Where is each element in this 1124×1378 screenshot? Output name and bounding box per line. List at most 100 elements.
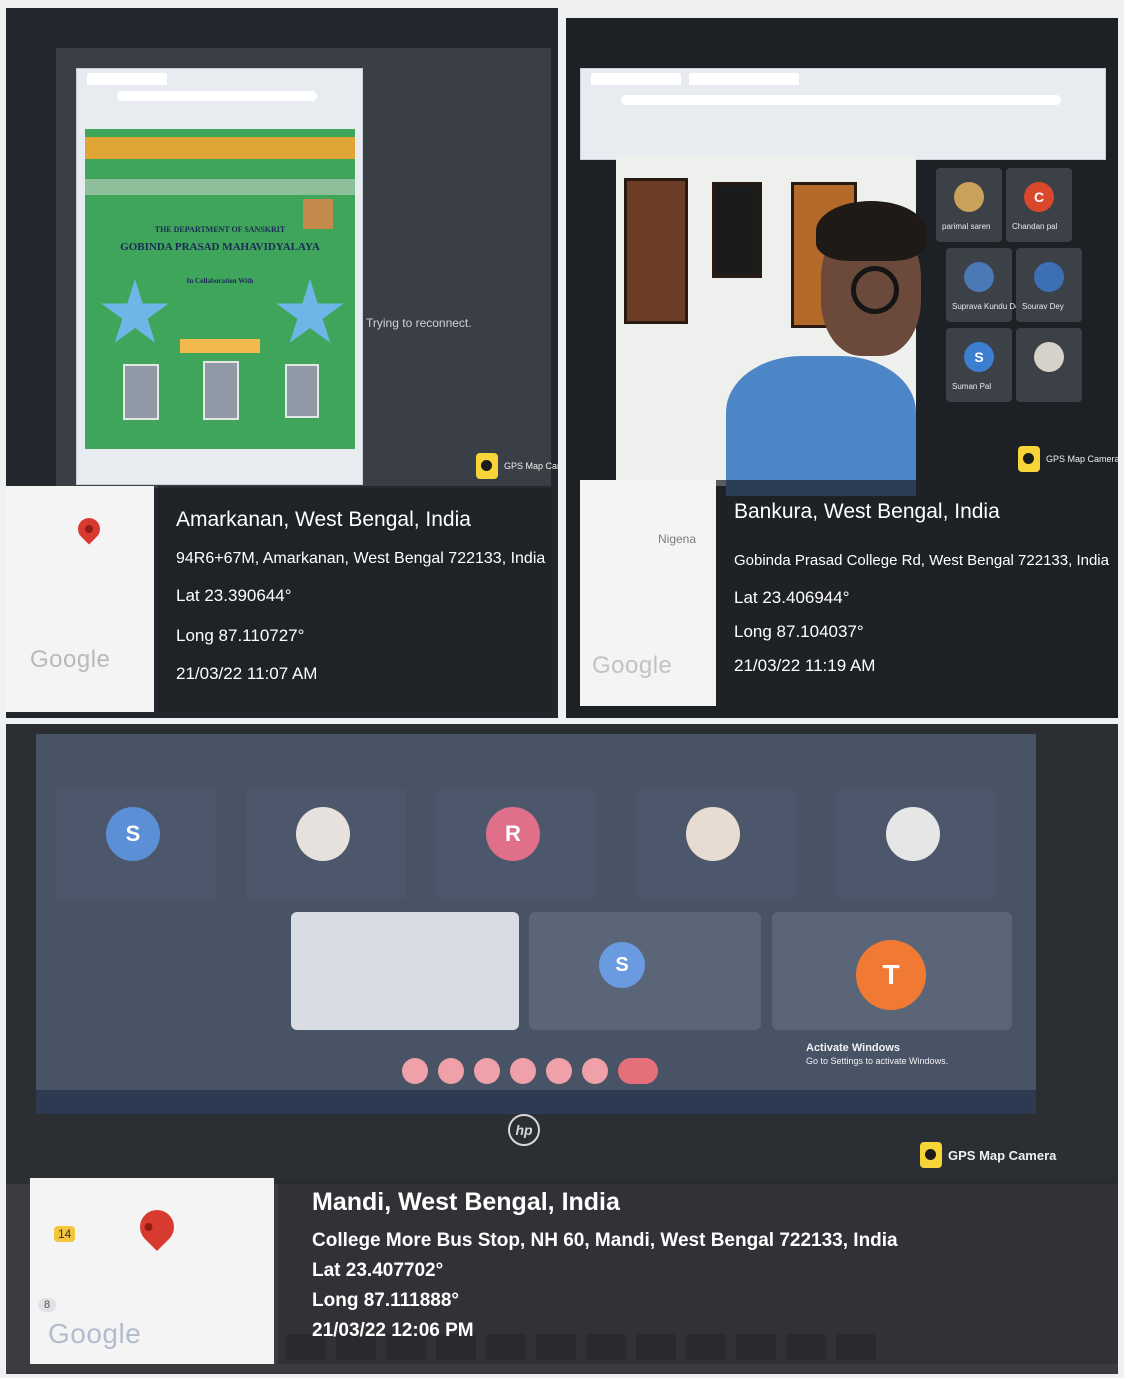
participant-tile[interactable]: R	[436, 789, 596, 899]
gps-info-overlay: Amarkanan, West Bengal, India 94R6+67M, …	[158, 486, 552, 712]
participant-avatar	[686, 807, 740, 861]
wall-painting	[712, 182, 762, 278]
participant-tile[interactable]: Suprava Kundu Dey	[946, 248, 1024, 322]
video-tile	[291, 912, 519, 1030]
wall-painting	[624, 178, 688, 324]
speaker-hair	[816, 201, 926, 261]
poster-collab: In Collaboration With	[186, 277, 254, 285]
browser-tab[interactable]	[689, 73, 799, 85]
participant-tile[interactable]: C Chandan pal	[1006, 168, 1072, 242]
participant-tile[interactable]	[1016, 328, 1082, 402]
poster-speakers-band	[180, 339, 260, 353]
present-button[interactable]	[510, 1058, 536, 1084]
participant-avatar	[296, 807, 350, 861]
participant-tile[interactable]: Sourav Dey	[1016, 248, 1082, 322]
gps-camera-label: GPS Map Camera	[1046, 454, 1118, 464]
participant-avatar	[1034, 262, 1064, 292]
gps-latitude: Lat 23.406944°	[734, 588, 850, 607]
participant-name: parimal saren	[942, 222, 991, 231]
participant-tile: T	[772, 912, 1012, 1030]
speaker-glasses	[851, 266, 899, 314]
participant-avatar: T	[856, 940, 926, 1010]
poster-college: GOBINDA PRASAD MAHAVIDYALAYA	[120, 241, 320, 253]
mic-button[interactable]	[402, 1058, 428, 1084]
activate-windows-subtitle: Go to Settings to activate Windows.	[806, 1056, 949, 1066]
participant-avatar: S	[964, 342, 994, 372]
gps-place: Bankura, West Bengal, India	[734, 500, 1000, 523]
gps-camera-label: GPS Map Camera	[948, 1147, 1057, 1163]
participant-avatar: S	[106, 807, 160, 861]
google-logo: Google	[592, 652, 673, 679]
qr-code	[303, 199, 333, 229]
poster-star-left	[101, 279, 169, 343]
gps-address: 94R6+67M, Amarkanan, West Bengal 722133,…	[176, 550, 546, 567]
participant-tile[interactable]: S	[56, 789, 216, 899]
poster-title-band	[85, 179, 355, 195]
participant-tile[interactable]: parimal saren	[936, 168, 1002, 242]
gps-latitude: Lat 23.407702°	[312, 1260, 444, 1281]
participant-tile[interactable]	[636, 789, 796, 899]
google-logo: Google	[48, 1318, 142, 1349]
photo-panel-bankura: parimal saren C Chandan pal Suprava Kundu D…	[566, 18, 1118, 718]
speaker-shirt	[726, 356, 916, 496]
gps-info-overlay: Bankura, West Bengal, India Gobinda Pras…	[716, 480, 1109, 706]
monitor-screen: S R S T Activate Windows Go to Settings t…	[36, 734, 1036, 1114]
activate-windows-title: Activate Windows	[806, 1042, 901, 1054]
participant-tile[interactable]	[836, 789, 996, 899]
map-thumbnail: Google	[6, 486, 154, 712]
gps-camera-label: GPS Map Camera	[504, 461, 558, 471]
map-thumbnail: 14 8 Google	[30, 1178, 274, 1364]
captions-button[interactable]	[474, 1058, 500, 1084]
gps-camera-icon	[476, 453, 498, 479]
map-thumbnail: Nigena Google	[580, 480, 716, 706]
gps-address: Gobinda Prasad College Rd, West Bengal 7…	[734, 552, 1109, 569]
gps-latitude: Lat 23.390644°	[176, 586, 292, 605]
address-bar[interactable]	[117, 91, 317, 101]
participant-name: Suman Pal	[952, 382, 992, 391]
speaker-photo	[123, 364, 159, 420]
participant-tile[interactable]: S Suman Pal	[946, 328, 1012, 402]
participant-avatar: C	[1024, 182, 1054, 212]
speaker-photo	[203, 361, 239, 420]
raise-hand-button[interactable]	[546, 1058, 572, 1084]
gps-place: Mandi, West Bengal, India	[312, 1188, 620, 1216]
gps-datetime: 21/03/22 11:19 AM	[734, 656, 876, 675]
speaker-video	[616, 156, 926, 496]
participant-tile: S	[529, 912, 761, 1030]
participant-avatar	[954, 182, 984, 212]
map-pin-icon	[132, 1202, 182, 1252]
participant-name: Suprava Kundu Dey	[952, 302, 1024, 311]
participant-avatar	[1034, 342, 1064, 372]
poster-star-right	[276, 279, 344, 343]
participant-avatar: R	[486, 807, 540, 861]
windows-taskbar	[36, 1090, 1036, 1114]
participant-avatar	[886, 807, 940, 861]
participant-name: Chandan pal	[1012, 222, 1058, 231]
address-bar[interactable]	[621, 95, 1061, 105]
gps-longitude: Long 87.104037°	[734, 622, 864, 641]
gps-longitude: Long 87.111888°	[312, 1290, 460, 1311]
gps-datetime: 21/03/22 12:06 PM	[312, 1320, 474, 1341]
gps-datetime: 21/03/22 11:07 AM	[176, 664, 318, 683]
hp-logo: hp	[508, 1114, 540, 1146]
map-place-label: Nigena	[658, 532, 697, 546]
more-options-button[interactable]	[582, 1058, 608, 1084]
browser-tab[interactable]	[87, 73, 167, 85]
event-poster: THE DEPARTMENT OF SANSKRIT GOBINDA PRASA…	[85, 129, 355, 449]
map-pin-icon	[73, 513, 105, 545]
gps-longitude: Long 87.110727°	[176, 626, 305, 645]
gps-camera-badge: GPS Map Camera	[476, 453, 558, 479]
gps-camera-badge: GPS Map Camera	[920, 1142, 1056, 1168]
participant-name: Sourav Dey	[1022, 302, 1064, 311]
speaker-photo	[285, 364, 319, 418]
participant-tile[interactable]	[246, 789, 406, 899]
leave-call-button[interactable]	[618, 1058, 658, 1084]
google-logo: Google	[30, 646, 111, 673]
photo-panel-amarkanan: THE DEPARTMENT OF SANSKRIT GOBINDA PRASA…	[6, 8, 558, 718]
participant-avatar: S	[599, 942, 645, 988]
gps-info-overlay: Mandi, West Bengal, India College More B…	[278, 1178, 1118, 1364]
road-number-chip: 14	[54, 1226, 76, 1242]
browser-tab[interactable]	[591, 73, 681, 85]
camera-button[interactable]	[438, 1058, 464, 1084]
gps-place: Amarkanan, West Bengal, India	[176, 508, 471, 531]
